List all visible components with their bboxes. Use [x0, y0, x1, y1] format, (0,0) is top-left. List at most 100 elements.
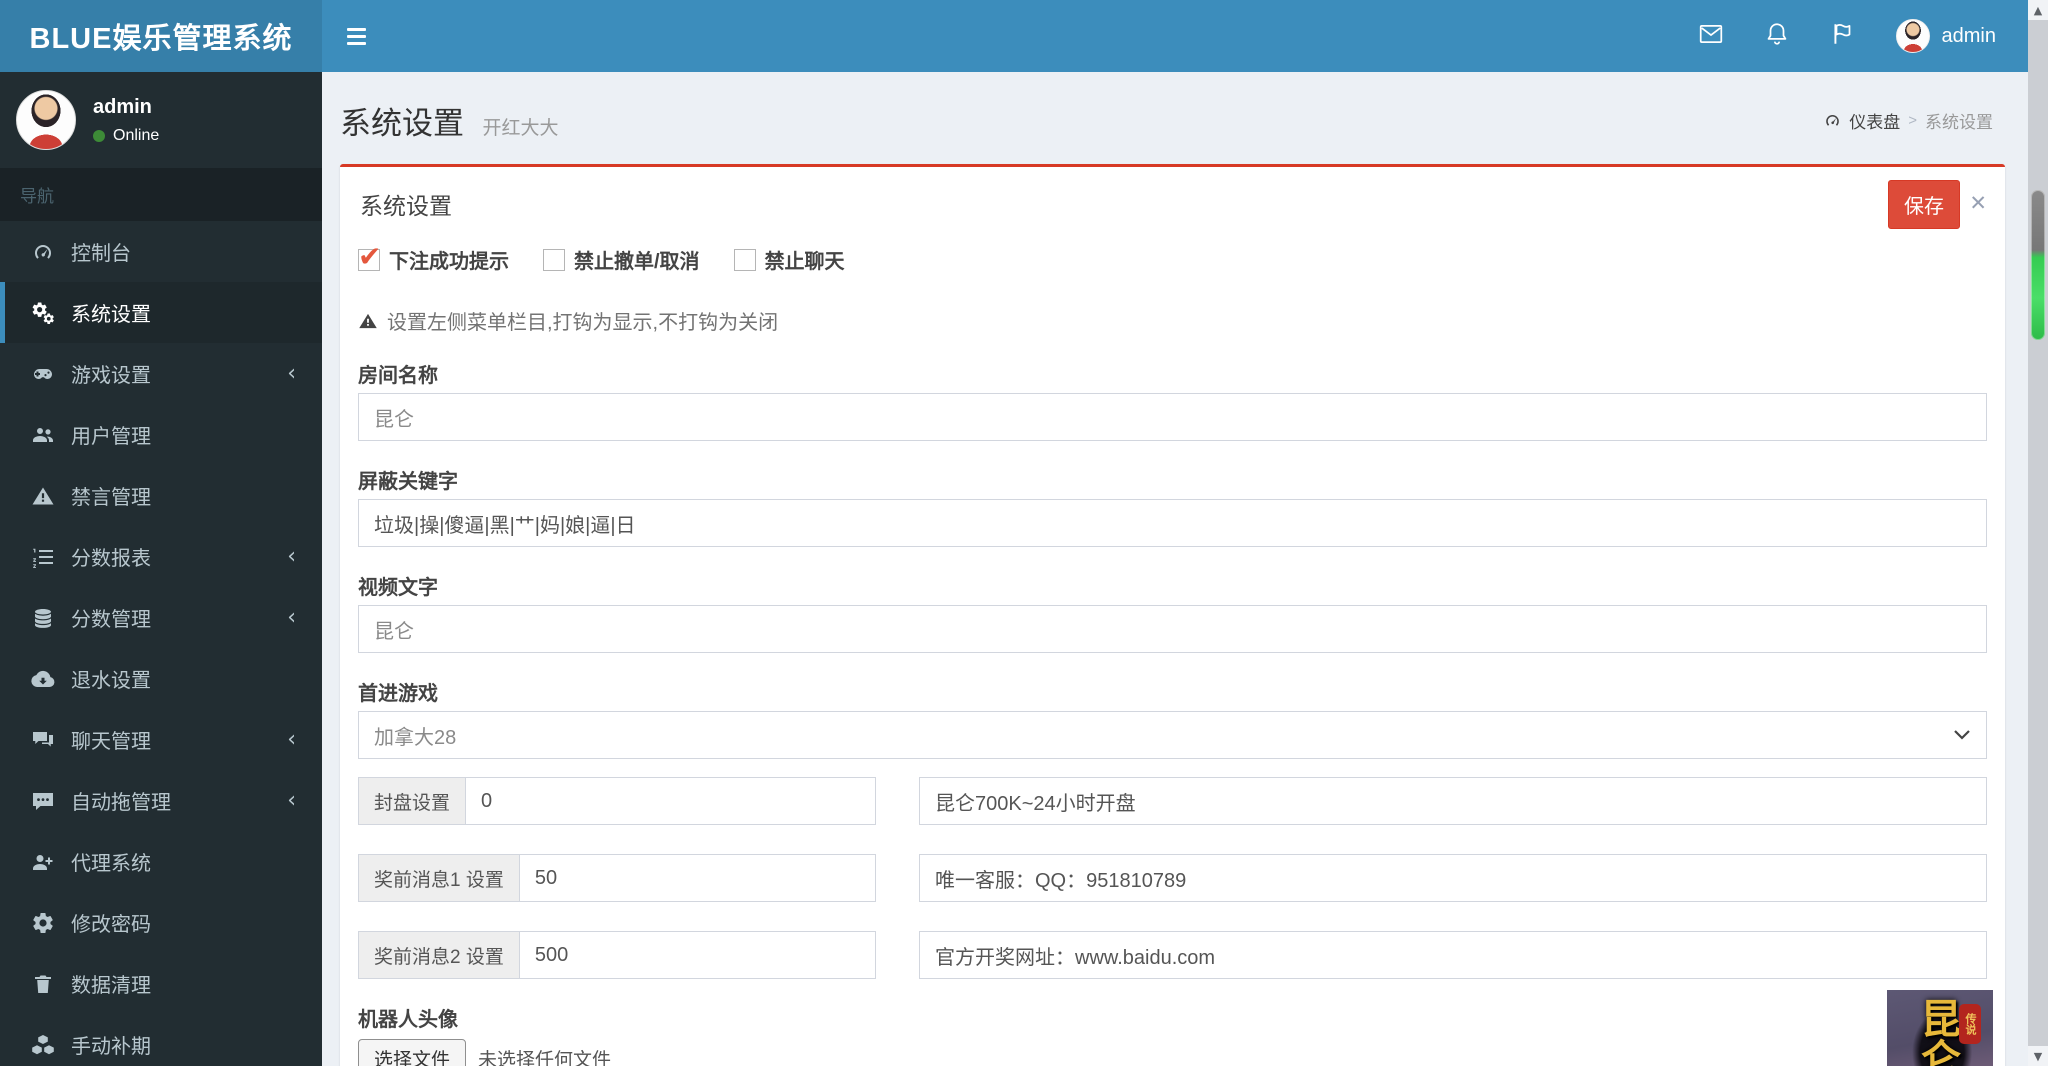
breadcrumb-current: 系统设置: [1925, 113, 1993, 132]
hamburger-icon: [346, 34, 366, 38]
user-plus-icon: [30, 849, 56, 875]
sidebar-item-manual-period[interactable]: 手动补期: [0, 1014, 322, 1066]
open-plate-text-input[interactable]: [919, 777, 1987, 825]
save-button[interactable]: 保存: [1888, 180, 1960, 229]
chevron-left-icon: ‹: [287, 605, 296, 630]
checkbox-forbid-cancel[interactable]: 禁止撤单/取消: [543, 245, 700, 274]
official-site-input[interactable]: [919, 931, 1987, 979]
settings-row: 奖前消息1 设置: [358, 854, 1987, 902]
file-status-text: 未选择任何文件: [478, 1050, 612, 1066]
navbar-username: admin: [1941, 24, 1996, 47]
customer-service-input[interactable]: [919, 854, 1987, 902]
user-avatar: [1895, 19, 1930, 53]
checkbox-checked-icon[interactable]: ✔: [358, 240, 381, 273]
box-header: 系统设置 保存 ✕: [340, 167, 2005, 231]
envelope-icon: [1698, 21, 1724, 52]
sidebar-item-user-management[interactable]: 用户管理: [0, 404, 322, 465]
hamburger-icon: [346, 41, 366, 45]
room-name-input[interactable]: [358, 393, 1987, 441]
gauge-icon: [1823, 111, 1842, 130]
blocked-keywords-input[interactable]: [358, 499, 1987, 547]
pre-award-msg1-addon: 奖前消息1 设置: [358, 854, 519, 902]
gears-icon: [30, 300, 56, 326]
pre-award-msg2-input[interactable]: [518, 931, 876, 979]
preview-seal-text: 传说: [1959, 1004, 1981, 1044]
sidebar-item-change-password[interactable]: 修改密码: [0, 892, 322, 953]
breadcrumb-separator: >: [1908, 112, 1917, 129]
user-menu-button[interactable]: admin: [1895, 19, 1996, 53]
sidebar-item-chat-management[interactable]: 聊天管理 ‹: [0, 709, 322, 770]
comment-dots-icon: [30, 788, 56, 814]
sidebar-nav-header: 导航: [0, 168, 322, 221]
sidebar-avatar: [16, 90, 76, 150]
brand-logo[interactable]: BLUE娱乐管理系统: [0, 0, 322, 72]
messages-button[interactable]: [1698, 23, 1724, 49]
sidebar-item-console[interactable]: 控制台: [0, 221, 322, 282]
flag-icon: [1830, 21, 1856, 52]
sidebar-item-game-settings[interactable]: 游戏设置 ‹: [0, 343, 322, 404]
box-body: ✔ 下注成功提示 禁止撤单/取消 禁止聊天 设置左侧菜单栏目,打钩为显示,不打钩…: [340, 231, 2005, 1066]
page-scrollbar[interactable]: ▲ ▼: [2028, 0, 2048, 1066]
sidebar-toggle-button[interactable]: [332, 0, 380, 72]
pre-award-msg1-group: 奖前消息1 设置: [358, 854, 876, 902]
checkbox-unchecked-icon[interactable]: [733, 248, 756, 271]
content-header: 系统设置 开红大大 仪表盘 > 系统设置: [322, 72, 2048, 150]
sidebar-item-data-cleanup[interactable]: 数据清理: [0, 953, 322, 1014]
settings-row: 奖前消息2 设置: [358, 931, 1987, 979]
gauge-icon: [30, 239, 56, 265]
chevron-left-icon: ‹: [287, 544, 296, 569]
sidebar-item-agent-system[interactable]: 代理系统: [0, 831, 322, 892]
database-icon: [30, 605, 56, 631]
sidebar-menu: 控制台 系统设置 游戏设置 ‹ 用户管理 禁言管理 分数报表 ‹ 分数管理 ‹: [0, 221, 322, 1066]
tasks-button[interactable]: [1830, 23, 1856, 49]
gear-icon: [30, 910, 56, 936]
checkbox-bet-success-tip[interactable]: ✔ 下注成功提示: [358, 240, 509, 274]
gamepad-icon: [30, 361, 56, 387]
sidebar: admin Online 导航 控制台 系统设置 游戏设置 ‹ 用户管理 禁言管: [0, 72, 322, 1066]
scrollbar-thumb[interactable]: [2031, 190, 2045, 340]
first-game-select[interactable]: 加拿大28: [358, 711, 1987, 759]
close-icon[interactable]: ✕: [1969, 191, 1987, 215]
online-dot-icon: [93, 129, 105, 142]
sidebar-item-score-management[interactable]: 分数管理 ‹: [0, 587, 322, 648]
hamburger-icon: [346, 27, 366, 31]
bell-icon: [1764, 21, 1790, 52]
pre-award-msg1-input[interactable]: [518, 854, 876, 902]
close-plate-group: 封盘设置: [358, 777, 876, 825]
sidebar-item-system-settings[interactable]: 系统设置: [0, 282, 322, 343]
notifications-button[interactable]: [1764, 21, 1790, 52]
pre-award-msg2-group: 奖前消息2 设置: [358, 931, 876, 979]
trash-icon: [30, 971, 56, 997]
checkbox-unchecked-icon[interactable]: [543, 248, 565, 271]
chevron-left-icon: ‹: [287, 788, 296, 813]
chevron-left-icon: ‹: [287, 727, 296, 752]
warning-icon: [358, 311, 378, 331]
choose-file-button[interactable]: 选择文件: [358, 1039, 467, 1066]
sidebar-item-mute-management[interactable]: 禁言管理: [0, 465, 322, 526]
room-name-label: 房间名称: [358, 365, 438, 387]
settings-box: 系统设置 保存 ✕ ✔ 下注成功提示 禁止撤单/取消 禁止聊天 设置左侧菜单栏目…: [340, 164, 2005, 1066]
sidebar-item-rebate-settings[interactable]: 退水设置: [0, 648, 322, 709]
comments-icon: [30, 727, 56, 753]
sidebar-item-score-report[interactable]: 分数报表 ‹: [0, 526, 322, 587]
page-title: 系统设置: [340, 106, 464, 141]
users-icon: [30, 422, 56, 448]
video-text-input[interactable]: [358, 605, 1987, 653]
breadcrumb-dashboard-link[interactable]: 仪表盘: [1823, 108, 1900, 133]
cloud-download-icon: [30, 666, 56, 692]
sidebar-user-panel: admin Online: [0, 72, 322, 168]
settings-row: 封盘设置: [358, 777, 1987, 825]
sidebar-item-auto-bot-management[interactable]: 自动拖管理 ‹: [0, 770, 322, 831]
chevron-down-icon: [1953, 729, 1971, 741]
warning-icon: [30, 483, 56, 509]
navbar-right: admin: [1698, 0, 1996, 72]
blocked-keywords-label: 屏蔽关键字: [358, 471, 458, 493]
robot-avatar-file-input: 选择文件 未选择任何文件: [358, 1039, 1987, 1066]
checkbox-forbid-chat[interactable]: 禁止聊天: [733, 245, 845, 274]
sidebar-username: admin: [93, 95, 152, 118]
close-plate-input[interactable]: [465, 777, 876, 825]
chevron-left-icon: ‹: [287, 361, 296, 386]
preview-title-text: 昆仑: [1915, 998, 1959, 1066]
scroll-down-button[interactable]: ▼: [2028, 1046, 2048, 1066]
scroll-up-button[interactable]: ▲: [2028, 0, 2048, 20]
